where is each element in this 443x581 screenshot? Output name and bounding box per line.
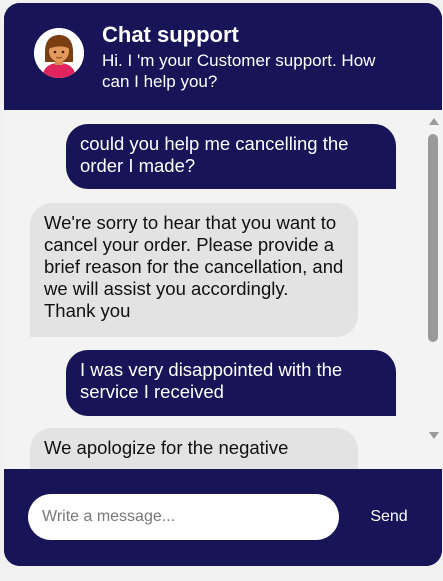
chat-widget: Chat support Hi. I 'm your Customer supp… — [4, 3, 442, 566]
message-scrollbar[interactable] — [424, 110, 442, 473]
scroll-up-arrow-icon[interactable] — [429, 118, 439, 125]
message-list[interactable]: could you help me cancelling the order I… — [4, 110, 442, 473]
composer-bar: Send — [4, 469, 442, 566]
chat-header: Chat support Hi. I 'm your Customer supp… — [4, 3, 442, 110]
user-message: could you help me cancelling the order I… — [66, 124, 396, 189]
send-button[interactable]: Send — [354, 494, 424, 540]
bot-message: We're sorry to hear that you want to can… — [30, 203, 358, 337]
scroll-down-arrow-icon[interactable] — [429, 432, 439, 439]
user-message: I was very disappointed with the service… — [66, 350, 396, 416]
support-agent-avatar-icon — [34, 28, 84, 78]
chat-subtitle: Hi. I 'm your Customer support. How can … — [102, 51, 376, 91]
chat-title: Chat support — [102, 22, 239, 47]
message-input[interactable] — [28, 494, 339, 540]
bot-message: We apologize for the negative — [30, 428, 358, 473]
scrollbar-thumb[interactable] — [428, 134, 438, 342]
